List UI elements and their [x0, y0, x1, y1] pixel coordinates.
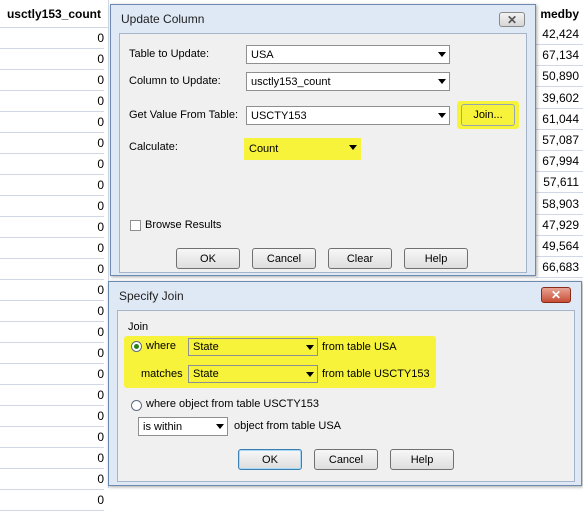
join-ok-button[interactable]: OK	[238, 449, 302, 470]
table-cell[interactable]: 0	[0, 70, 104, 91]
calculate-value: Count	[249, 143, 279, 155]
update-column-title: Update Column	[121, 12, 205, 26]
spatial-operator-value: is within	[143, 420, 183, 433]
get-value-from-table-select[interactable]: USCTY153	[246, 106, 450, 125]
column-to-update-select[interactable]: usctly153_count	[246, 72, 450, 91]
left-column: usctly153_count 00000000000000000000000	[0, 0, 109, 511]
specify-join-titlebar[interactable]: Specify Join	[109, 282, 581, 310]
table-cell[interactable]: 0	[0, 280, 104, 301]
table-cell[interactable]: 0	[0, 343, 104, 364]
table-cell[interactable]: 61,044	[536, 109, 583, 130]
from-table-usa-label: from table USA	[322, 341, 397, 353]
table-cell[interactable]: 39,602	[536, 88, 583, 109]
table-cell[interactable]: 67,994	[536, 151, 583, 173]
table-cell[interactable]: 0	[0, 322, 104, 343]
close-icon: ✕	[550, 288, 562, 302]
browse-results-label: Browse Results	[145, 219, 222, 231]
browse-results-checkbox[interactable]	[130, 220, 141, 231]
table-cell[interactable]: 0	[0, 112, 104, 133]
table-cell[interactable]: 0	[0, 469, 104, 490]
chevron-down-icon	[438, 52, 446, 57]
update-column-titlebar[interactable]: Update Column	[111, 5, 535, 33]
table-cell[interactable]: 0	[0, 364, 104, 385]
table-cell[interactable]: 0	[0, 301, 104, 322]
chevron-down-icon	[438, 113, 446, 118]
where-radio[interactable]	[131, 341, 142, 352]
where-column-value: State	[193, 341, 219, 353]
table-cell[interactable]: 50,890	[536, 66, 583, 88]
radio-selected-dot	[134, 344, 139, 349]
join-button[interactable]: Join...	[461, 104, 515, 126]
clear-button[interactable]: Clear	[328, 248, 392, 269]
table-cell[interactable]: 0	[0, 259, 104, 280]
table-cell[interactable]: 57,611	[536, 172, 583, 194]
help-button[interactable]: Help	[404, 248, 468, 269]
where-label: where	[146, 340, 176, 352]
table-cell[interactable]: 0	[0, 28, 104, 49]
table-to-update-select[interactable]: USA	[246, 45, 450, 64]
table-cell[interactable]: 47,929	[536, 215, 583, 236]
table-to-update-label: Table to Update:	[129, 48, 210, 60]
table-cell[interactable]: 66,683	[536, 257, 583, 279]
chevron-down-icon	[349, 145, 357, 150]
table-cell[interactable]: 0	[0, 133, 104, 154]
from-table-uscty-label: from table USCTY153	[322, 368, 430, 380]
column-to-update-label: Column to Update:	[129, 75, 221, 87]
calculate-label: Calculate:	[129, 141, 178, 153]
table-cell[interactable]: 49,564	[536, 236, 583, 257]
table-cell[interactable]: 0	[0, 175, 104, 196]
where-column-select[interactable]: State	[188, 338, 318, 356]
join-cancel-button[interactable]: Cancel	[314, 449, 378, 470]
column-header-usctly153-count[interactable]: usctly153_count	[0, 0, 108, 28]
where-object-radio[interactable]	[131, 400, 142, 411]
table-cell[interactable]: 0	[0, 385, 104, 406]
chevron-down-icon	[306, 345, 314, 350]
spatial-operator-select[interactable]: is within	[138, 417, 228, 436]
ok-button[interactable]: OK	[176, 248, 240, 269]
calculate-select[interactable]: Count	[244, 138, 361, 160]
update-column-dialog: Update Column ✕ Table to Update: USA Col…	[110, 4, 536, 276]
chevron-down-icon	[306, 372, 314, 377]
table-cell[interactable]: 0	[0, 448, 104, 469]
specify-join-title: Specify Join	[119, 289, 184, 303]
table-cell[interactable]: 0	[0, 91, 104, 112]
table-cell[interactable]: 0	[0, 154, 104, 175]
table-cell[interactable]: 0	[0, 490, 104, 511]
join-group-label: Join	[128, 321, 149, 333]
cancel-button[interactable]: Cancel	[252, 248, 316, 269]
specify-join-body: Join where State from table USA matches …	[117, 310, 575, 482]
table-cell[interactable]: 0	[0, 238, 104, 259]
update-column-body: Table to Update: USA Column to Update: u…	[119, 33, 527, 273]
close-icon: ✕	[506, 12, 518, 27]
table-cell[interactable]: 57,087	[536, 130, 583, 151]
matches-column-select[interactable]: State	[188, 365, 318, 383]
join-close-button[interactable]: ✕	[541, 287, 571, 303]
table-cell[interactable]: 42,424	[536, 24, 583, 45]
get-value-from-table-label: Get Value From Table:	[129, 109, 239, 121]
matches-column-value: State	[193, 368, 219, 380]
table-cell[interactable]: 0	[0, 406, 104, 427]
table-to-update-value: USA	[251, 48, 274, 61]
where-object-label: where object from table USCTY153	[146, 398, 320, 410]
matches-label: matches	[141, 368, 183, 380]
table-cell[interactable]: 0	[0, 196, 104, 217]
table-cell[interactable]: 0	[0, 217, 104, 238]
column-to-update-value: usctly153_count	[251, 75, 331, 88]
table-cell[interactable]: 67,134	[536, 45, 583, 67]
table-cell[interactable]: 58,903	[536, 194, 583, 215]
table-cell[interactable]: 0	[0, 49, 104, 70]
get-value-from-table-value: USCTY153	[251, 109, 307, 122]
chevron-down-icon	[438, 79, 446, 84]
table-cell[interactable]: 0	[0, 427, 104, 448]
object-from-usa-label: object from table USA	[234, 420, 341, 432]
join-help-button[interactable]: Help	[390, 449, 454, 470]
specify-join-dialog: Specify Join ✕ Join where State from tab…	[108, 281, 582, 486]
update-close-button[interactable]: ✕	[499, 12, 525, 27]
chevron-down-icon	[216, 424, 224, 429]
